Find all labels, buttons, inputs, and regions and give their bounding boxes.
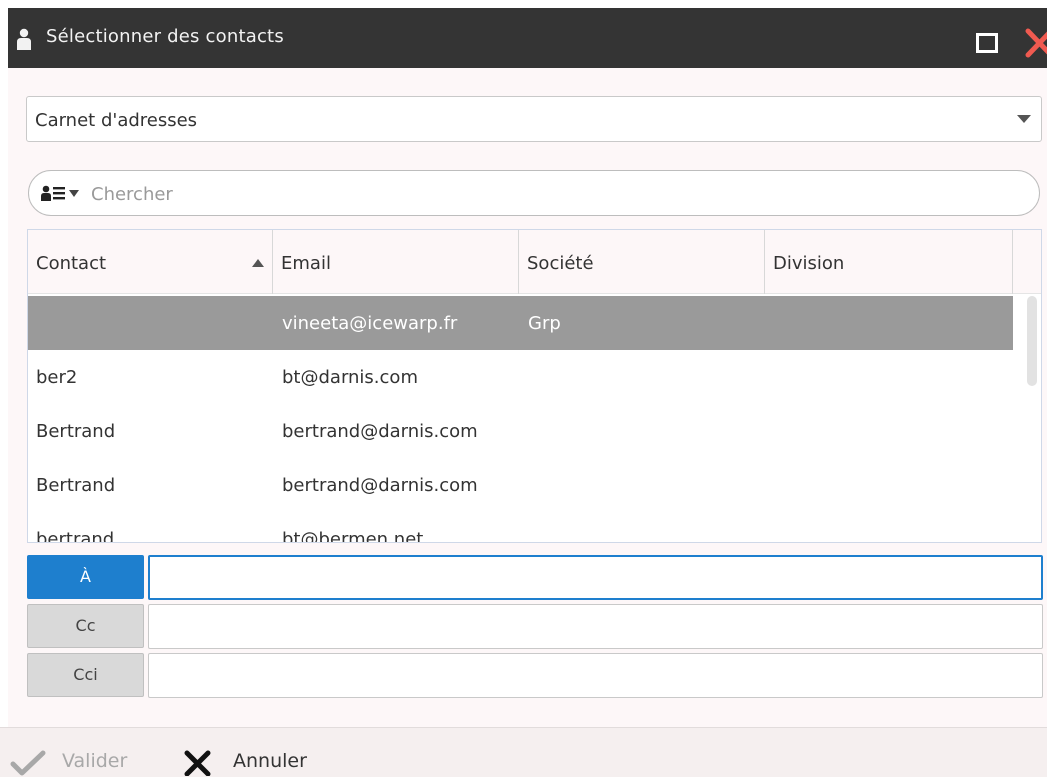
column-header-email[interactable]: Email [273, 230, 519, 294]
column-header-label: Division [773, 253, 845, 274]
column-header-label: Contact [36, 253, 107, 274]
check-icon [10, 750, 46, 776]
ok-label: Valider [62, 750, 128, 772]
table-row[interactable]: ber2 bt@darnis.com [28, 350, 1013, 404]
grid-scrollbar[interactable] [1027, 296, 1037, 386]
recipient-row-bcc: Cci [27, 653, 1043, 699]
table-row[interactable]: Bertrand bertrand@darnis.com [28, 458, 1013, 512]
dialog-footer: Valider Annuler [0, 727, 1047, 777]
grid-header: Contact Email Société Division [28, 230, 1041, 294]
column-header-label: Société [527, 253, 594, 274]
search-input[interactable] [91, 181, 991, 207]
bcc-button[interactable]: Cci [27, 653, 144, 697]
cancel-label: Annuler [233, 750, 307, 772]
cell-email: bertrand@darnis.com [282, 475, 478, 496]
cell-contact: Bertrand [36, 475, 116, 496]
chevron-down-icon [1017, 115, 1031, 123]
addressbook-select[interactable]: Carnet d'adresses [26, 96, 1042, 142]
cc-field[interactable] [148, 604, 1043, 649]
x-icon [184, 750, 211, 776]
column-header-division[interactable]: Division [765, 230, 1013, 294]
column-header-label: Email [281, 253, 331, 274]
table-row[interactable]: vineeta@icewarp.fr Grp [28, 296, 1013, 350]
cc-button[interactable]: Cc [27, 604, 144, 648]
contact-list-icon[interactable] [41, 185, 65, 201]
sort-ascending-icon [252, 259, 264, 267]
to-button[interactable]: À [27, 555, 144, 599]
cell-email: bt@darnis.com [282, 367, 418, 388]
cell-contact: bertrand [36, 529, 115, 543]
recipient-row-to: À [27, 555, 1043, 601]
cell-email: bertrand@darnis.com [282, 421, 478, 442]
column-header-contact[interactable]: Contact [28, 230, 273, 294]
search-type-dropdown-icon[interactable] [69, 190, 79, 197]
close-icon[interactable] [1024, 28, 1047, 58]
title-bar: Sélectionner des contacts [8, 8, 1047, 68]
contacts-grid: Contact Email Société Division vineeta@i… [27, 229, 1042, 543]
recipient-row-cc: Cc [27, 604, 1043, 650]
maximize-icon[interactable] [976, 33, 998, 53]
cell-contact: ber2 [36, 367, 78, 388]
person-icon [17, 28, 31, 50]
addressbook-value: Carnet d'adresses [35, 110, 198, 131]
cell-contact: Bertrand [36, 421, 116, 442]
window-title: Sélectionner des contacts [46, 26, 284, 47]
to-field[interactable] [148, 555, 1043, 600]
search-box [28, 170, 1040, 216]
table-row[interactable]: Bertrand bertrand@darnis.com [28, 404, 1013, 458]
cell-company: Grp [528, 313, 561, 334]
column-header-company[interactable]: Société [519, 230, 765, 294]
cell-email: bt@bermen.net [282, 529, 424, 543]
bcc-field[interactable] [148, 653, 1043, 698]
cell-email: vineeta@icewarp.fr [282, 313, 458, 334]
table-row[interactable]: bertrand bt@bermen.net [28, 512, 1013, 543]
